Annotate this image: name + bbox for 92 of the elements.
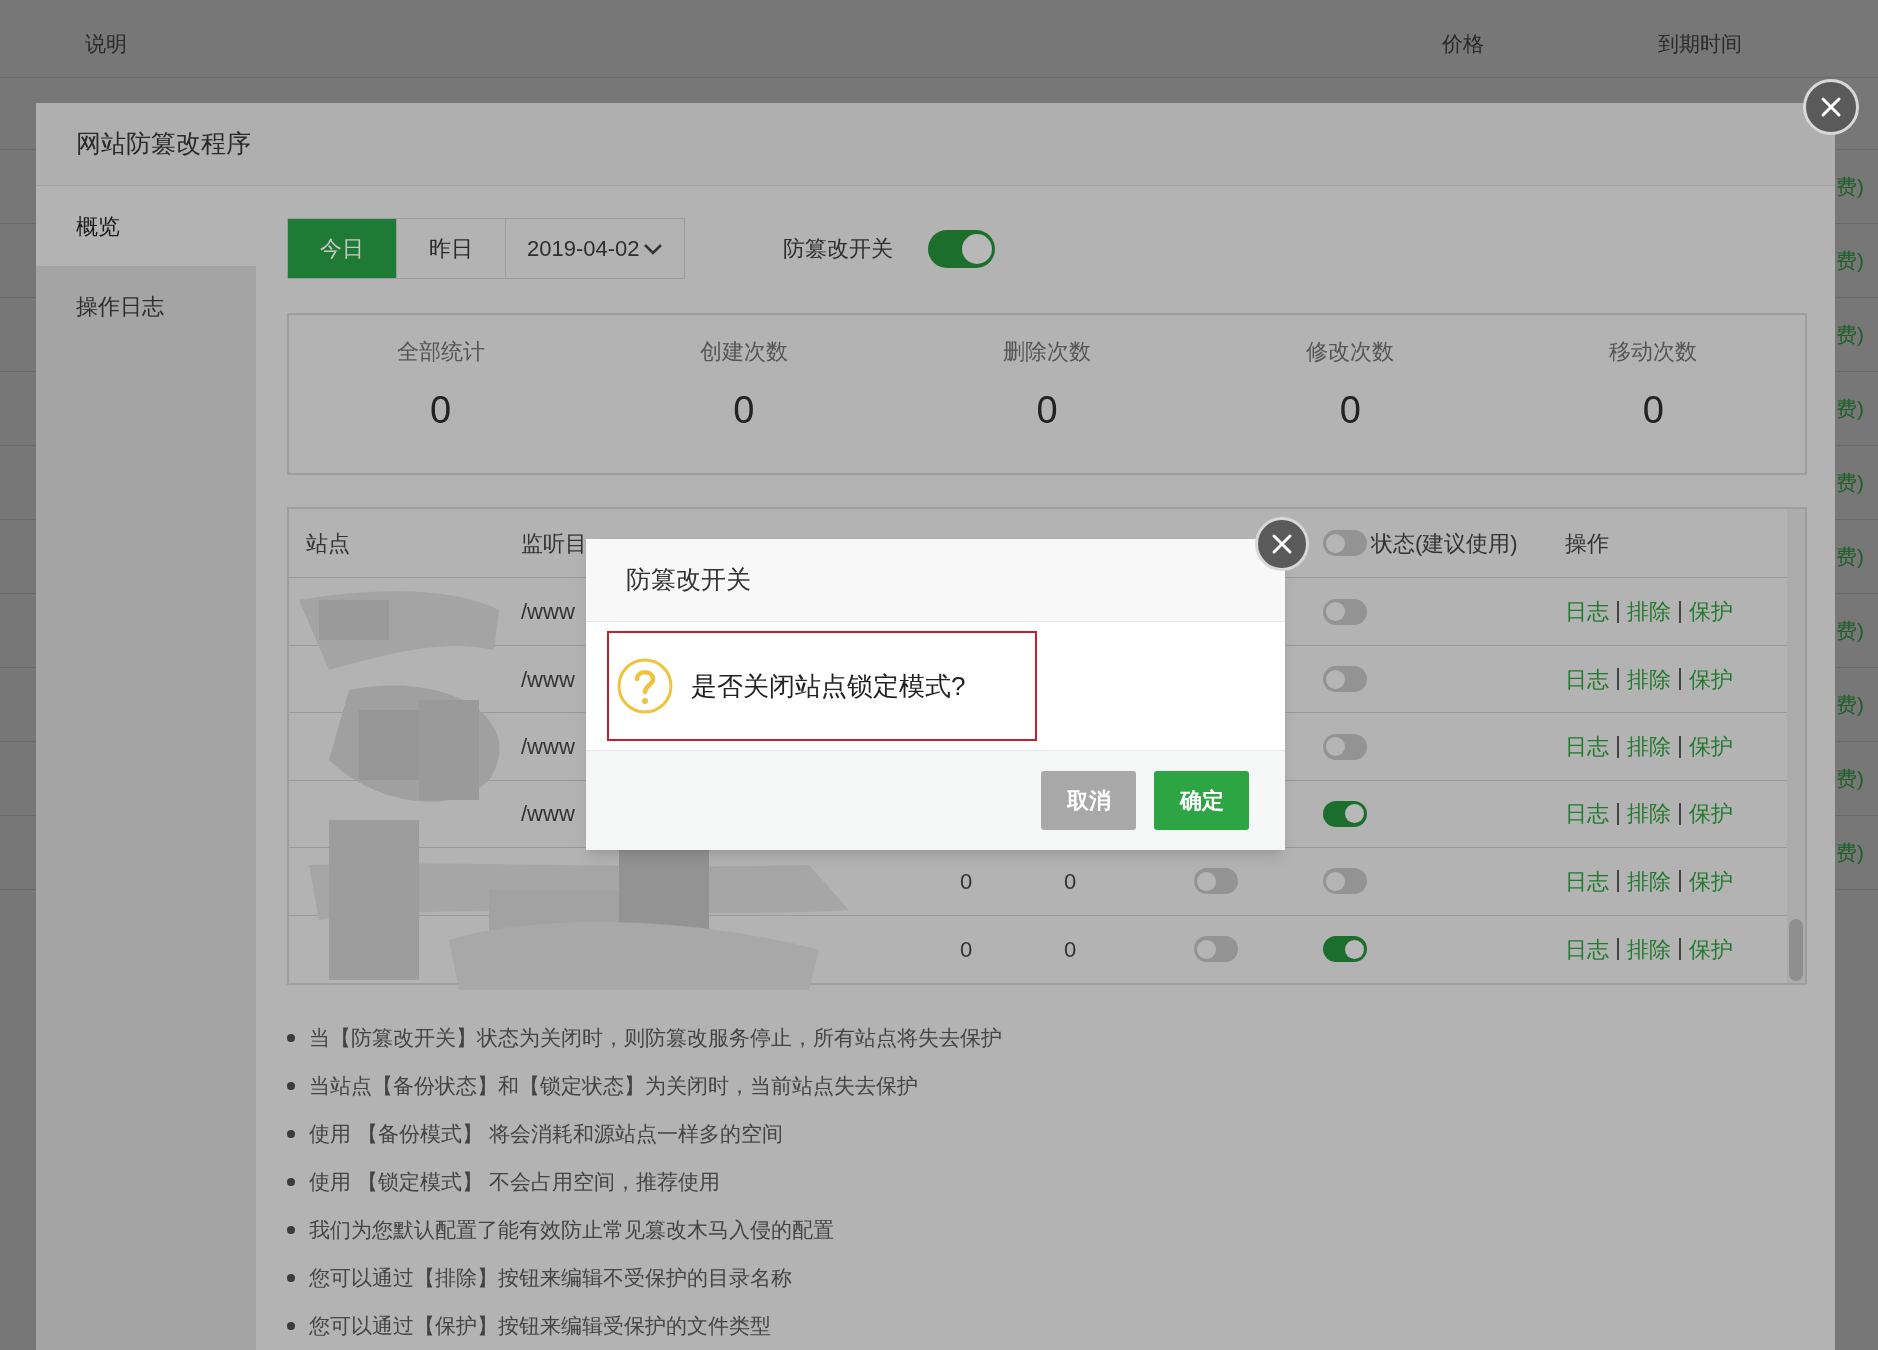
action-link[interactable]: 保护 (1689, 864, 1733, 898)
stat-value: 0 (430, 388, 452, 433)
table-cell-text: 费) (1836, 839, 1864, 866)
column-header: 状态(建议使用) (1371, 529, 1518, 558)
table-cell-text: 费) (1836, 469, 1864, 496)
action-link[interactable]: 日志 (1565, 932, 1609, 966)
note-text: 使用 【备份模式】 将会消耗和源站点一样多的空间 (309, 1120, 783, 1147)
question-icon (615, 656, 675, 716)
chevron-down-icon (643, 242, 663, 255)
bullet-icon (287, 1081, 295, 1090)
action-link[interactable]: 排除 (1627, 932, 1671, 966)
table-cell-text: 费) (1836, 395, 1864, 422)
action-link[interactable]: 排除 (1627, 662, 1671, 696)
action-link[interactable]: 保护 (1689, 932, 1733, 966)
dialog-title: 防篡改开关 (626, 564, 751, 596)
bullet-icon (287, 1225, 295, 1234)
toggle-switch[interactable] (1323, 800, 1367, 827)
action-link[interactable]: 排除 (1627, 730, 1671, 763)
toggle-switch[interactable] (1323, 868, 1367, 895)
action-link[interactable]: 日志 (1565, 730, 1609, 763)
table-cell-text: 费) (1836, 247, 1864, 274)
toggle-switch[interactable] (1194, 936, 1238, 963)
action-link[interactable]: 排除 (1627, 595, 1671, 629)
toggle-switch[interactable] (1194, 868, 1238, 895)
column-header: 价格 (1442, 31, 1484, 57)
toggle-switch[interactable] (928, 229, 995, 268)
switch-label: 防篡改开关 (783, 235, 893, 263)
note-text: 当【防篡改开关】状态为关闭时，则防篡改服务停止，所有站点将失去保护 (309, 1024, 1002, 1051)
stat-value: 0 (1642, 388, 1664, 433)
action-link[interactable]: 保护 (1689, 730, 1733, 763)
stat-label: 删除次数 (1003, 338, 1091, 366)
stat-label: 创建次数 (699, 338, 788, 366)
action-link[interactable]: 排除 (1627, 864, 1671, 898)
close-button[interactable] (1803, 79, 1859, 135)
column-header: 说明 (85, 31, 127, 57)
action-link[interactable]: 日志 (1565, 864, 1609, 898)
toggle-switch[interactable] (1323, 936, 1367, 963)
table-cell-text: /www (521, 800, 575, 829)
toggle-switch[interactable] (1323, 598, 1367, 625)
stat-value: 0 (1339, 388, 1361, 433)
close-icon (1820, 96, 1842, 118)
sidebar-item[interactable]: 概览 (36, 186, 256, 266)
table-cell-text: 费) (1836, 543, 1864, 570)
table-cell-text: /www (521, 665, 575, 694)
table-cell-text: 0 (960, 867, 973, 896)
action-link[interactable]: 日志 (1565, 797, 1609, 831)
table-cell-text: 费) (1836, 765, 1864, 792)
table-cell-text: 0 (960, 935, 973, 964)
window-title: 网站防篡改程序 (76, 128, 251, 160)
bullet-icon (287, 1321, 295, 1330)
note-text: 当站点【备份状态】和【锁定状态】为关闭时，当前站点失去保护 (309, 1072, 918, 1099)
action-link[interactable]: 保护 (1689, 797, 1733, 831)
column-header: 操作 (1565, 529, 1609, 558)
action-link[interactable]: 保护 (1689, 595, 1733, 629)
action-link[interactable]: 保护 (1689, 662, 1733, 696)
stat-value: 0 (1036, 388, 1058, 433)
note-text: 使用 【锁定模式】 不会占用空间，推荐使用 (309, 1168, 720, 1195)
table-cell-text: 费) (1836, 321, 1864, 348)
table-cell-text: 费) (1836, 617, 1864, 644)
note-text: 您可以通过【排除】按钮来编辑不受保护的目录名称 (309, 1264, 792, 1291)
scrollbar-thumb[interactable] (1789, 919, 1803, 981)
action-link[interactable]: 排除 (1627, 797, 1671, 831)
stat-label: 修改次数 (1306, 338, 1395, 366)
note-text: 您可以通过【保护】按钮来编辑受保护的文件类型 (309, 1312, 771, 1339)
confirm-button[interactable]: 确定 (1154, 771, 1249, 830)
column-header: 到期时间 (1658, 31, 1742, 57)
bullet-icon (287, 1273, 295, 1282)
table-cell-text: /www (521, 733, 575, 761)
stat-value: 0 (733, 388, 755, 433)
bullet-icon (287, 1177, 295, 1186)
stat-label: 移动次数 (1609, 338, 1698, 366)
table-cell-text: /www (521, 598, 575, 627)
dialog-message: 是否关闭站点锁定模式? (691, 669, 966, 703)
note-text: 我们为您默认配置了能有效防止常见篡改木马入侵的配置 (309, 1216, 834, 1243)
toggle-switch[interactable] (1323, 733, 1367, 760)
bullet-icon (287, 1129, 295, 1138)
stat-label: 全部统计 (396, 338, 485, 366)
table-cell-text: 费) (1836, 173, 1864, 200)
bullet-icon (287, 1033, 295, 1042)
action-link[interactable]: 日志 (1565, 662, 1609, 696)
action-link[interactable]: 日志 (1565, 595, 1609, 629)
table-cell-text: 0 (1064, 935, 1077, 964)
column-header: 站点 (306, 529, 350, 558)
toggle-switch[interactable] (1323, 530, 1367, 557)
table-cell-text: 费) (1836, 691, 1864, 718)
cancel-button[interactable]: 取消 (1041, 771, 1136, 830)
date-tab[interactable]: 今日 (288, 219, 397, 278)
close-icon (1271, 533, 1293, 555)
table-cell-text: 0 (1064, 867, 1077, 896)
toggle-switch[interactable] (1323, 666, 1367, 693)
date-picker[interactable]: 2019-04-02 (506, 219, 684, 278)
column-header: 监听目 (521, 529, 587, 558)
